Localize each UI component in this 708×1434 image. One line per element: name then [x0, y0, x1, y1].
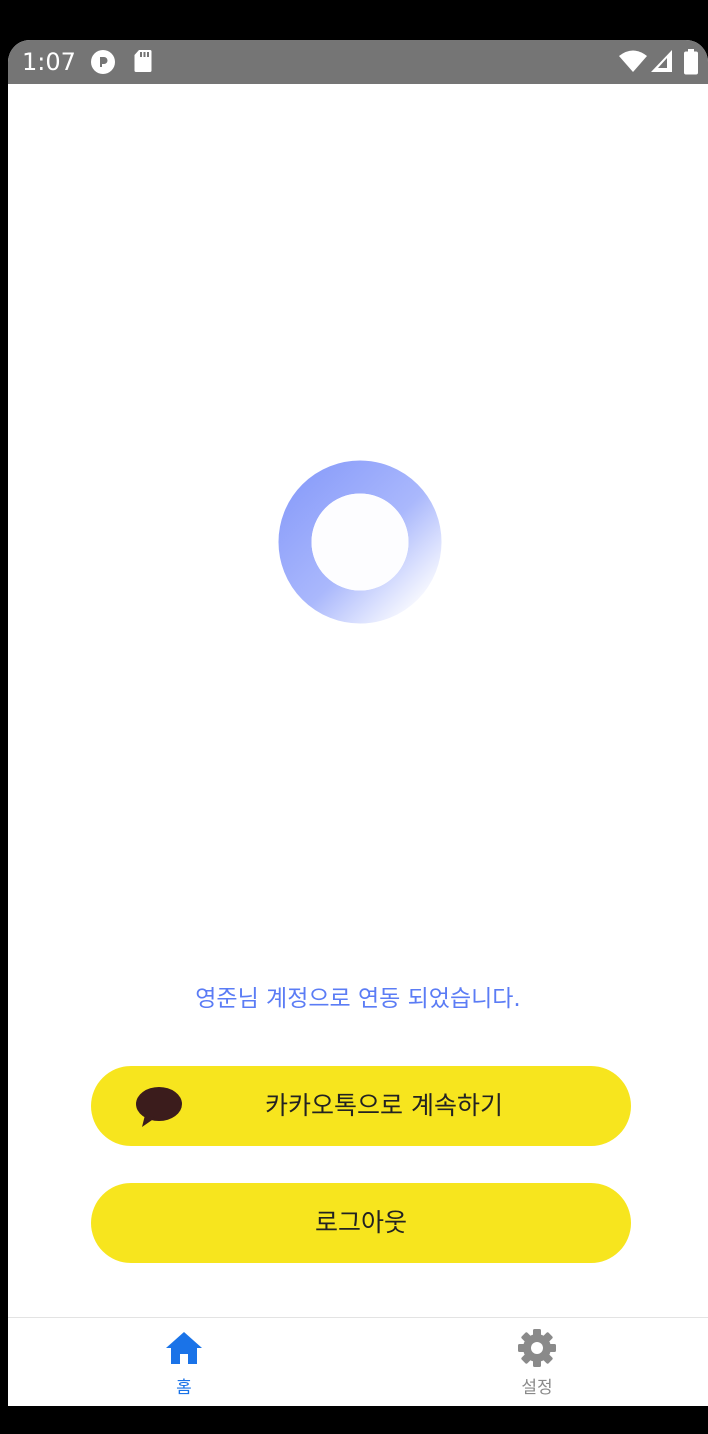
- nav-item-settings[interactable]: 설정: [477, 1318, 597, 1406]
- status-bar: 1:07: [8, 40, 708, 84]
- logout-button[interactable]: 로그아웃: [91, 1183, 631, 1263]
- gear-icon: [518, 1329, 556, 1367]
- loading-spinner-icon: [278, 460, 442, 624]
- kakao-continue-label: 카카오톡으로 계속하기: [265, 1091, 503, 1120]
- logout-label: 로그아웃: [314, 1208, 407, 1237]
- nav-label-home: 홈: [176, 1378, 192, 1398]
- pocket-app-icon: [91, 50, 115, 74]
- home-icon: [166, 1332, 202, 1364]
- bottom-navigation: 홈 설정: [8, 1317, 708, 1406]
- status-time: 1:07: [22, 48, 76, 76]
- kakao-continue-button[interactable]: 카카오톡으로 계속하기: [91, 1066, 631, 1146]
- nav-item-home[interactable]: 홈: [124, 1318, 244, 1406]
- wifi-icon: [619, 50, 647, 72]
- link-status-message: 영준님 계정으로 연동 되었습니다.: [195, 986, 521, 1012]
- battery-icon: [684, 49, 698, 75]
- cell-signal-icon: [651, 50, 672, 72]
- home-content: 영준님 계정으로 연동 되었습니다. 카카오톡으로 계속하기 로그아웃: [8, 84, 708, 1317]
- sd-card-icon: [134, 50, 152, 72]
- phone-screen: 1:07 영준님 계정으로 연동 되었습니다. 카카오톡으로 계속하기 로그아웃…: [8, 40, 708, 1406]
- nav-label-settings: 설정: [521, 1378, 553, 1398]
